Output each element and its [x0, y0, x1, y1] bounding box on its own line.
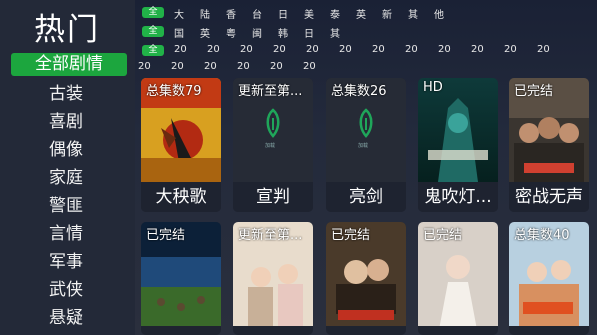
filter-option[interactable]: 20 [138, 61, 171, 72]
video-card[interactable]: 已完结 密战无声 [509, 78, 589, 212]
filter-option[interactable]: 美 [304, 6, 330, 21]
sidebar-item[interactable]: 偶像 [49, 138, 83, 166]
language-options: 国英粤闽韩日其 [174, 25, 356, 40]
filter-option[interactable]: 20 [372, 44, 405, 55]
status-badge: 已完结 [514, 84, 554, 99]
status-badge: 总集数79 [146, 84, 202, 99]
filter-option[interactable]: 20 [171, 61, 204, 72]
video-card[interactable]: 已完结 [418, 222, 498, 335]
filter-chip-all[interactable]: 全 [142, 26, 164, 37]
sidebar-list: 古装 喜剧 偶像 家庭 警匪 言情 军事 武侠 悬疑 [49, 82, 83, 334]
filter-option[interactable]: 陆 [200, 6, 226, 21]
sidebar-item[interactable]: 武侠 [49, 278, 83, 306]
filter-option[interactable]: 20 [339, 44, 372, 55]
placeholder-label: 加载 [358, 143, 369, 149]
sidebar-item[interactable]: 军事 [49, 250, 83, 278]
filter-option[interactable]: 20 [471, 44, 504, 55]
card-title: 密战无声 [509, 182, 589, 212]
loading-icon [359, 108, 373, 138]
loading-icon [266, 108, 280, 138]
filter-option[interactable]: 他 [434, 6, 460, 21]
sidebar-item[interactable]: 家庭 [49, 166, 83, 194]
filter-option[interactable]: 20 [204, 61, 237, 72]
video-card[interactable]: 已完结 [326, 222, 406, 335]
card-title: 鬼吹灯... [418, 182, 498, 212]
status-badge: 更新至第... [238, 84, 303, 99]
filter-chip-all[interactable]: 全 [142, 45, 164, 56]
filter-option[interactable]: 20 [174, 44, 207, 55]
video-card[interactable]: HD 鬼吹灯... [418, 78, 498, 212]
status-badge: 总集数40 [514, 228, 570, 243]
page-title: 热门 [34, 12, 100, 48]
filter-option[interactable]: 英 [356, 6, 382, 21]
video-card[interactable]: 更新至第... [233, 222, 313, 335]
status-badge: HD [423, 80, 443, 95]
card-title: 宣判 [233, 182, 313, 212]
filter-option[interactable]: 日 [304, 25, 330, 40]
video-card[interactable]: 总集数79 大秧歌 [141, 78, 221, 212]
filter-option[interactable]: 日 [278, 6, 304, 21]
filter-option[interactable]: 20 [303, 61, 336, 72]
card-title: 亮剑 [326, 182, 406, 212]
sidebar-item[interactable]: 言情 [49, 222, 83, 250]
year-options: 20 20 20 20 20 20 20 20 20 20 20 20 [174, 44, 570, 55]
filter-option[interactable]: 韩 [278, 25, 304, 40]
filter-option[interactable]: 英 [200, 25, 226, 40]
filter-option[interactable]: 新 [382, 6, 408, 21]
sidebar-item[interactable]: 警匪 [49, 194, 83, 222]
sidebar-item[interactable]: 悬疑 [49, 306, 83, 334]
video-card[interactable]: 总集数40 [509, 222, 589, 335]
status-badge: 更新至第... [238, 228, 303, 243]
placeholder-label: 加载 [265, 143, 276, 149]
video-card[interactable]: 加载 总集数26 亮剑 [326, 78, 406, 212]
status-badge: 已完结 [331, 228, 371, 243]
sidebar-item[interactable]: 喜剧 [49, 110, 83, 138]
filter-option[interactable]: 20 [504, 44, 537, 55]
video-card[interactable]: 加载 更新至第... 宣判 [233, 78, 313, 212]
filter-option[interactable]: 其 [408, 6, 434, 21]
card-title: 大秧歌 [141, 182, 221, 212]
filter-option[interactable]: 香 [226, 6, 252, 21]
filter-option[interactable]: 20 [240, 44, 273, 55]
filter-option[interactable]: 20 [405, 44, 438, 55]
filter-option[interactable]: 20 [270, 61, 303, 72]
filter-option[interactable]: 其 [330, 25, 356, 40]
region-options: 大陆香台日美泰英新其他 [174, 6, 460, 21]
filter-option[interactable]: 20 [207, 44, 240, 55]
sidebar-item-active[interactable]: 全部剧情 [11, 53, 127, 76]
filter-option[interactable]: 台 [252, 6, 278, 21]
filter-option[interactable]: 20 [438, 44, 471, 55]
year-options-2: 20 20 20 20 20 20 [138, 61, 336, 72]
video-card[interactable]: 已完结 [141, 222, 221, 335]
filter-option[interactable]: 闽 [252, 25, 278, 40]
filter-option[interactable]: 国 [174, 25, 200, 40]
filter-option[interactable]: 粤 [226, 25, 252, 40]
filter-option[interactable]: 20 [237, 61, 270, 72]
status-badge: 已完结 [146, 228, 186, 243]
filter-option[interactable]: 泰 [330, 6, 356, 21]
status-badge: 总集数26 [331, 84, 387, 99]
filter-option[interactable]: 大 [174, 6, 200, 21]
sidebar-item[interactable]: 古装 [49, 82, 83, 110]
status-badge: 已完结 [423, 228, 463, 243]
filter-option[interactable]: 20 [537, 44, 570, 55]
filter-option[interactable]: 20 [273, 44, 306, 55]
filter-option[interactable]: 20 [306, 44, 339, 55]
filter-chip-all[interactable]: 全 [142, 7, 164, 18]
category-sidebar: 热门 全部剧情 古装 喜剧 偶像 家庭 警匪 言情 军事 武侠 悬疑 [0, 0, 135, 335]
